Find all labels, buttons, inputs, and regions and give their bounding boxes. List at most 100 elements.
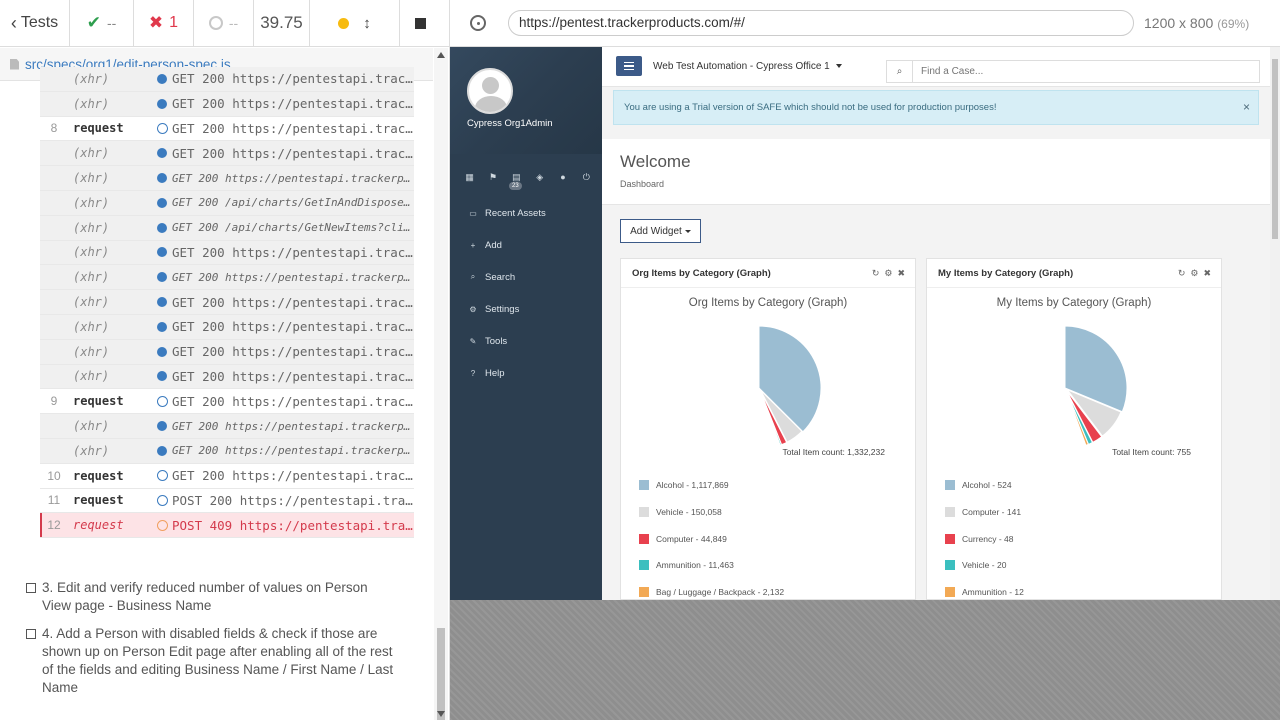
command-row[interactable]: 8 request GET 200 https://pentestapi.trac.… (40, 116, 414, 142)
dashboard-icon[interactable]: ▦ (458, 172, 481, 183)
command-indicator (154, 494, 170, 506)
running-indicator-icon (338, 17, 350, 29)
stop-icon (414, 17, 426, 29)
stop-button[interactable] (400, 0, 440, 46)
legend-item[interactable]: Ammunition - 12 (945, 579, 1024, 600)
app-iframe: Cypress Org1Admin ▦ ⚑ ▤ ◈ ● ⏻ 23 ▭ Recent… (450, 47, 1270, 600)
command-row[interactable]: 9 request GET 200 https://pentestapi.trac.… (40, 389, 414, 415)
test-status-icon (26, 583, 36, 593)
reporter-scrollbar[interactable] (434, 48, 448, 720)
command-row[interactable]: (xhr) GET 200 https://pentestapi.trac... (40, 141, 414, 167)
xhr-indicator-icon (157, 272, 167, 283)
flag-icon[interactable]: ⚑ (481, 172, 504, 183)
menu-toggle-button[interactable] (616, 56, 642, 76)
scrollbar-thumb[interactable] (437, 628, 445, 720)
sidebar-item-add[interactable]: + Add (450, 229, 602, 261)
command-row[interactable]: (xhr) GET 200 https://pentestapi.trackerp… (40, 414, 414, 439)
command-message: GET 200 https://pentestapi.trac... (172, 468, 414, 484)
scroll-down-icon[interactable] (437, 711, 445, 717)
sidebar-item-search[interactable]: ⌕ Search (450, 261, 602, 293)
add-widget-label: Add Widget (630, 225, 682, 237)
command-message: GET 200 https://pentestapi.trackerprod..… (172, 171, 414, 185)
legend-item[interactable]: Vehicle - 20 (945, 552, 1024, 579)
selector-playground-icon[interactable] (470, 15, 486, 31)
tags-icon[interactable]: ◈ (528, 172, 551, 183)
failed-value: 1 (169, 14, 179, 31)
command-row[interactable]: (xhr) GET 200 https://pentestapi.trac... (40, 364, 414, 390)
command-row[interactable]: (xhr) GET 200 https://pentestapi.trac... (40, 290, 414, 315)
close-icon[interactable]: × (1243, 91, 1250, 124)
command-row[interactable]: (xhr) GET 200 https://pentestapi.trac... (40, 91, 414, 117)
user-icon[interactable]: ● (551, 172, 574, 183)
legend-item[interactable]: Ammunition - 11,463 (639, 552, 784, 579)
command-row[interactable]: 11 request POST 200 https://pentestapi.tra… (40, 488, 414, 514)
user-name[interactable]: Cypress Org1Admin (467, 118, 553, 129)
pending-count: -- (194, 0, 254, 46)
command-name: request (73, 121, 124, 136)
request-indicator-icon (156, 395, 168, 407)
sidebar-item-tools[interactable]: ✎ Tools (450, 325, 602, 357)
url-field[interactable]: https://pentest.trackerproducts.com/#/ (508, 10, 1134, 36)
tests-nav-button[interactable]: ‹ Tests (0, 0, 70, 46)
test-item[interactable]: 3. Edit and verify reduced number of val… (26, 579, 396, 615)
command-row[interactable]: (xhr) GET 200 https://pentestapi.trackerp… (40, 438, 414, 464)
test-status-icon (26, 629, 36, 639)
auto-scroll-icon[interactable]: ↕ (363, 15, 371, 32)
chart-total: Total Item count: 755 (1112, 447, 1191, 457)
command-row[interactable]: 12 request POST 409 https://pentestapi.tra… (40, 513, 414, 539)
sidebar-item-settings[interactable]: ⚙ Settings (450, 293, 602, 325)
legend-item[interactable]: Bag / Luggage / Backpack - 2,132 (639, 579, 784, 600)
case-search-input[interactable] (913, 66, 1233, 77)
duration: 39.75 (254, 0, 310, 46)
legend-label: Computer - 44,849 (656, 533, 727, 544)
legend-swatch (639, 533, 649, 544)
search-icon[interactable]: ⌕ (887, 61, 913, 82)
sidebar-item-recent-assets[interactable]: ▭ Recent Assets (450, 197, 602, 229)
xhr-indicator-icon (157, 297, 167, 308)
tests-label: Tests (20, 14, 59, 31)
file-icon (10, 58, 19, 70)
search-icon: ⌕ (470, 272, 476, 281)
office-selector[interactable]: Web Test Automation - Cypress Office 1 (653, 61, 842, 72)
command-row[interactable]: (xhr) GET 200 https://pentestapi.trac... (40, 240, 414, 266)
command-row[interactable]: (xhr) GET 200 https://pentestapi.trac... (40, 339, 414, 365)
command-name: (xhr) (73, 220, 110, 235)
command-message: GET 200 /api/charts/GetInAndDisposedIt..… (172, 196, 414, 210)
command-name: (xhr) (73, 344, 110, 359)
command-row[interactable]: 10 request GET 200 https://pentestapi.trac… (40, 463, 414, 489)
legend-item[interactable]: Computer - 44,849 (639, 525, 784, 552)
power-icon[interactable]: ⏻ (575, 172, 598, 183)
legend-item[interactable]: Currency - 48 (945, 525, 1024, 552)
legend-swatch (639, 507, 649, 518)
legend-label: Computer - 141 (962, 507, 1022, 518)
passed-count: ✔ -- (70, 0, 134, 46)
xhr-indicator-icon (157, 445, 167, 456)
command-row[interactable]: (xhr) GET 200 /api/charts/GetNewItems?cli… (40, 215, 414, 241)
app-scrollbar[interactable] (1270, 47, 1280, 600)
plus-icon: + (470, 240, 476, 250)
legend-item[interactable]: Alcohol - 524 (945, 472, 1024, 499)
legend-item[interactable]: Alcohol - 1,117,869 (639, 472, 784, 499)
xhr-indicator-icon (157, 222, 167, 233)
command-row[interactable]: (xhr) GET 200 https://pentestapi.trac... (40, 67, 414, 92)
avatar[interactable] (467, 68, 513, 114)
command-row[interactable]: (xhr) GET 200 /api/charts/GetInAndDispose… (40, 190, 414, 216)
wrench-icon: ✎ (469, 336, 477, 346)
pie-slice-alcohol[interactable] (758, 325, 822, 433)
sidebar-item-label: Help (485, 367, 505, 379)
command-row[interactable]: (xhr) GET 200 https://pentestapi.trac... (40, 314, 414, 340)
legend-item[interactable]: Computer - 141 (945, 499, 1024, 526)
scroll-up-icon[interactable] (437, 52, 445, 58)
widget-my-items: My Items by Category (Graph) ↻ ⚙ ✖ My It… (926, 258, 1222, 600)
command-row[interactable]: (xhr) GET 200 https://pentestapi.trackerp… (40, 166, 414, 191)
legend-item[interactable]: Vehicle - 150,058 (639, 499, 784, 526)
test-item[interactable]: 4. Add a Person with disabled fields & c… (26, 625, 396, 697)
xhr-indicator-icon (157, 197, 167, 208)
scrollbar-thumb[interactable] (1272, 59, 1278, 239)
sidebar-shortcuts: ▦ ⚑ ▤ ◈ ● ⏻ (458, 172, 598, 183)
command-row[interactable]: (xhr) GET 200 https://pentestapi.trackerp… (40, 265, 414, 291)
xhr-indicator-icon (157, 346, 167, 357)
sidebar-item-help[interactable]: ? Help (450, 357, 602, 389)
command-message: GET 200 https://pentestapi.trac... (172, 368, 414, 384)
add-widget-button[interactable]: Add Widget (620, 219, 701, 243)
